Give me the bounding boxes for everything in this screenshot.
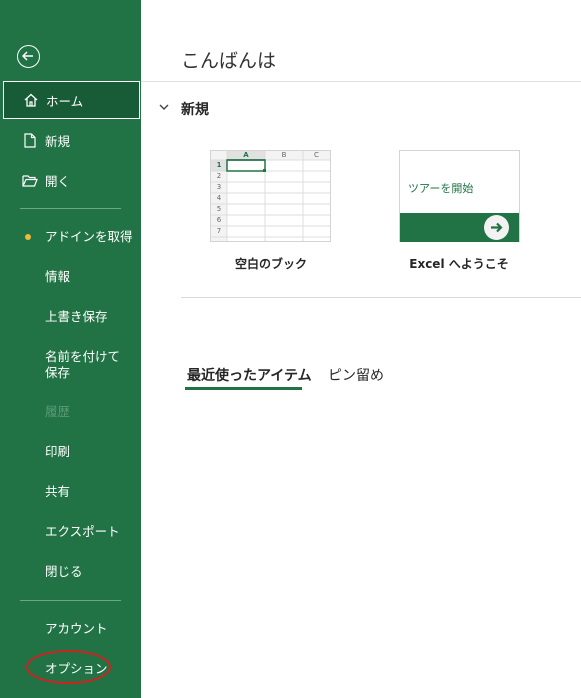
blank-workbook-template[interactable]: A B C 1 2 3 4 5 6 7	[210, 150, 331, 242]
column-header: A	[243, 151, 249, 159]
sidebar-item-save-as[interactable]: 名前を付けて保存	[45, 349, 129, 381]
sidebar-item-print[interactable]: 印刷	[45, 444, 70, 460]
arrow-right-icon	[484, 215, 509, 240]
sidebar-item-save[interactable]: 上書き保存	[45, 309, 108, 325]
home-icon	[21, 93, 41, 107]
welcome-to-excel-caption: Excel へようこそ	[409, 257, 509, 271]
back-button[interactable]	[17, 45, 40, 68]
highlight-circle	[26, 650, 111, 684]
sidebar-item-home[interactable]: ホーム	[3, 81, 140, 119]
row-header: 3	[216, 183, 222, 191]
chevron-down-icon[interactable]	[158, 101, 170, 113]
sidebar-item-open[interactable]: 開く	[0, 161, 141, 199]
blank-workbook-caption: 空白のブック	[234, 257, 307, 271]
row-header: 6	[216, 216, 222, 224]
row-header: 7	[216, 227, 222, 235]
welcome-to-excel-template[interactable]: ツアーを開始	[399, 150, 520, 242]
sidebar-item-label: ホーム	[46, 93, 84, 109]
sidebar-item-share[interactable]: 共有	[45, 484, 70, 500]
sidebar-item-new[interactable]: 新規	[0, 121, 141, 159]
new-document-icon	[20, 132, 40, 148]
tab-pinned[interactable]: ピン留め	[328, 365, 384, 385]
column-header: B	[281, 151, 287, 159]
notification-dot	[25, 234, 31, 240]
excel-backstage: ホーム 新規 開く アドインを取得 情報 上書き保存 名前を付けて保存 履歴 印…	[0, 0, 581, 698]
row-header: 4	[216, 194, 222, 202]
sidebar-item-get-addins[interactable]: アドインを取得	[45, 229, 133, 245]
tab-selected-underline	[185, 387, 302, 390]
column-header: C	[314, 151, 319, 159]
section-divider	[181, 297, 581, 298]
greeting: こんばんは	[181, 50, 277, 72]
back-arrow-icon	[21, 51, 33, 61]
sidebar-item-close[interactable]: 閉じる	[45, 564, 83, 580]
take-tour-label: ツアーを開始	[408, 182, 474, 195]
sidebar-divider	[20, 208, 121, 209]
header-divider	[141, 81, 581, 82]
sidebar-item-label: 開く	[45, 173, 71, 189]
sidebar-item-account[interactable]: アカウント	[45, 621, 108, 637]
row-header: 5	[216, 205, 222, 213]
spreadsheet-preview	[211, 151, 330, 241]
row-header: 1	[216, 161, 222, 169]
tab-recent[interactable]: 最近使ったアイテム	[187, 365, 312, 385]
folder-open-icon	[20, 174, 40, 187]
sidebar: ホーム 新規 開く アドインを取得 情報 上書き保存 名前を付けて保存 履歴 印…	[0, 0, 141, 698]
new-section-title: 新規	[181, 102, 209, 118]
sidebar-item-label: 新規	[45, 133, 71, 149]
sidebar-item-info[interactable]: 情報	[45, 269, 70, 285]
sidebar-item-history: 履歴	[45, 404, 71, 419]
row-header: 2	[216, 172, 222, 180]
sidebar-divider	[20, 600, 121, 601]
sidebar-item-export[interactable]: エクスポート	[45, 524, 120, 540]
